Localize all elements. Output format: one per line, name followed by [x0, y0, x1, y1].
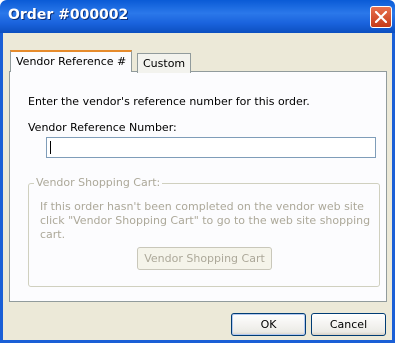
shopping-cart-description: If this order hasn't been completed on t…: [40, 200, 371, 241]
cancel-button[interactable]: Cancel: [311, 313, 386, 336]
window-title: Order #000002: [8, 7, 129, 23]
close-x-icon: [375, 11, 387, 23]
close-button[interactable]: [370, 6, 392, 28]
instruction-text: Enter the vendor's reference number for …: [28, 95, 310, 108]
vendor-reference-label: Vendor Reference Number:: [28, 121, 177, 134]
shopping-cart-group-label: Vendor Shopping Cart:: [34, 176, 163, 189]
tab-custom[interactable]: Custom: [137, 53, 192, 73]
vendor-reference-input[interactable]: [46, 137, 376, 158]
text-caret: [50, 141, 51, 154]
vendor-shopping-cart-button[interactable]: Vendor Shopping Cart: [137, 247, 272, 270]
tab-vendor-reference[interactable]: Vendor Reference #: [10, 50, 133, 72]
ok-button[interactable]: OK: [231, 313, 306, 336]
title-bar[interactable]: Order #000002: [0, 0, 395, 33]
